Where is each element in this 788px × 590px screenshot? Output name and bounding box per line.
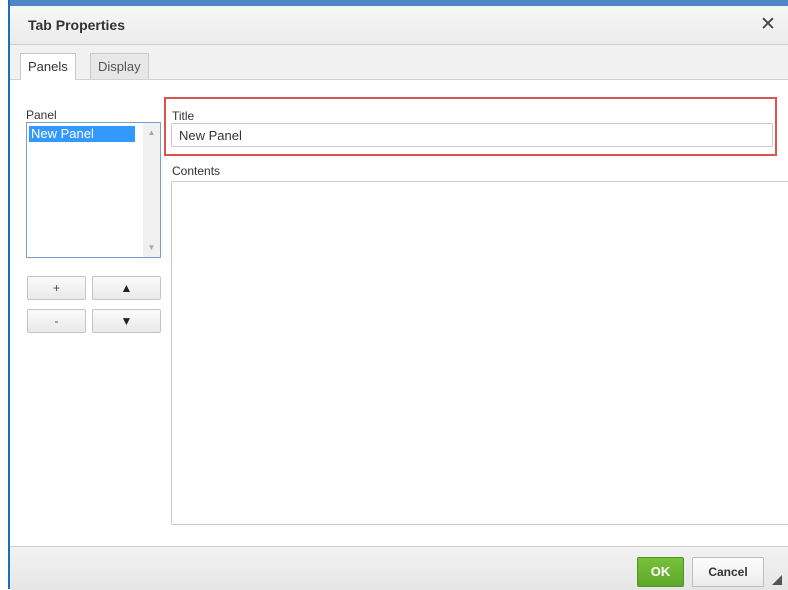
remove-panel-button[interactable]: - — [27, 309, 86, 333]
panels-tab-content: Panel New Panel ▲ ▼ + ▲ - ▼ Title Conten… — [10, 80, 788, 546]
title-input[interactable] — [171, 123, 773, 147]
title-label: Title — [172, 109, 195, 123]
dialog-titlebar[interactable]: Tab Properties ✕ — [10, 6, 788, 45]
tab-panels[interactable]: Panels — [20, 53, 76, 80]
tab-properties-dialog: Tab Properties ✕ Panels Display Panel Ne… — [10, 6, 788, 590]
move-down-button[interactable]: ▼ — [92, 309, 161, 333]
scroll-up-icon[interactable]: ▲ — [143, 128, 160, 137]
add-panel-button[interactable]: + — [27, 276, 86, 300]
scroll-down-icon[interactable]: ▼ — [143, 243, 160, 252]
cancel-button[interactable]: Cancel — [692, 557, 764, 587]
resize-grip-icon[interactable] — [772, 575, 782, 585]
contents-editor[interactable] — [171, 181, 788, 525]
contents-label: Contents — [172, 164, 221, 178]
dialog-footer: OK Cancel — [10, 546, 788, 590]
panel-list-label: Panel — [26, 108, 57, 122]
tab-bar: Panels Display — [10, 45, 788, 80]
dialog-title: Tab Properties — [28, 17, 125, 33]
panel-list-item[interactable]: New Panel — [29, 126, 135, 142]
move-up-button[interactable]: ▲ — [92, 276, 161, 300]
panel-listbox[interactable]: New Panel ▲ ▼ — [26, 122, 161, 258]
tab-display[interactable]: Display — [90, 53, 149, 79]
listbox-scrollbar[interactable]: ▲ ▼ — [143, 123, 160, 257]
ok-button[interactable]: OK — [637, 557, 684, 587]
close-icon[interactable]: ✕ — [756, 13, 780, 37]
background-window-edge — [0, 0, 10, 589]
